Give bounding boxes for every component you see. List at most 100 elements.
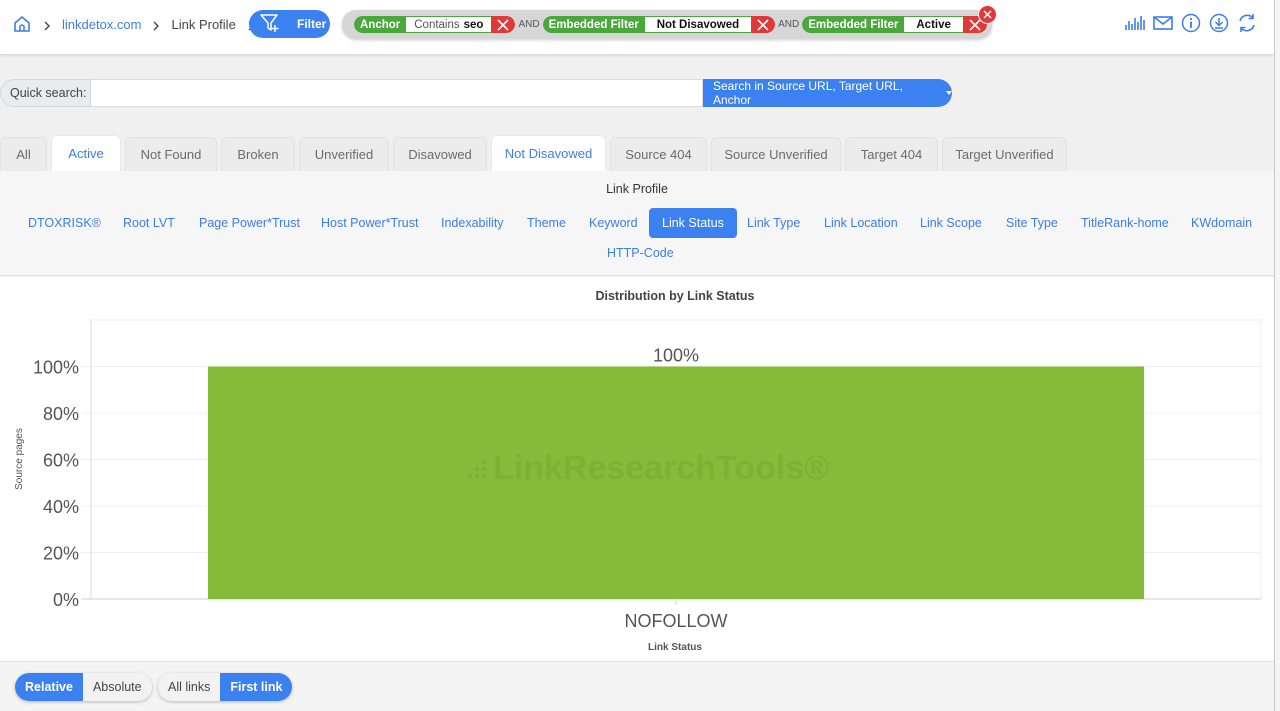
bar-value-label: 100% [653,346,699,366]
tab-target-404[interactable]: Target 404 [845,137,938,171]
chevron-right-icon [42,19,52,31]
status-tabs: All Active Not Found Broken Unverified D… [0,135,1071,171]
metric-site-type[interactable]: Site Type [1006,208,1058,238]
filter-chip-operator: Contains [414,18,460,31]
info-icon[interactable] [1180,12,1202,34]
metric-dtoxrisk[interactable]: DTOXRISK® [28,208,101,238]
link-profile-title: Link Profile [606,182,668,196]
metric-page-power-trust[interactable]: Page Power*Trust [199,208,300,238]
all-links-toggle[interactable]: All links [158,673,221,701]
y-axis-ticks: 0% 20% 40% 60% 80% 100% [33,358,79,611]
chart-bars-icon[interactable] [1124,12,1146,34]
metric-titlerank-home[interactable]: TitleRank-home [1081,208,1169,238]
filter-chip-key: Embedded Filter [802,16,905,33]
metric-link-type[interactable]: Link Type [747,208,800,238]
filter-chip-key: Anchor [354,16,407,33]
filter-button-label: Filter [297,17,327,31]
filter-add-icon [259,13,281,36]
y-axis-label: Source pages [14,428,25,490]
metric-link-status[interactable]: Link Status [649,208,737,238]
top-header: linkdetox.com Link Profile Filter Anchor… [0,0,1274,55]
watermark-text: LinkResearchTools® [493,449,829,487]
filter-chip-value-text: Not Disavowed [656,18,740,31]
value-mode-toggle: Relative Absolute [15,673,152,701]
remove-filter-button[interactable] [491,16,516,33]
quick-search-input[interactable] [91,79,703,107]
metric-kwdomain[interactable]: KWdomain [1191,208,1252,238]
active-filters-bar: Anchor Contains seo AND Embedded Filter N… [342,10,992,39]
metric-http-code[interactable]: HTTP-Code [607,238,674,268]
filter-chip: Embedded Filter Active [802,16,987,33]
page-scrollbar[interactable] [1274,0,1280,711]
tab-not-disavowed[interactable]: Not Disavowed [491,135,606,171]
x-tick-label: NOFOLLOW [624,611,727,631]
caret-down-icon [946,91,952,95]
home-icon[interactable] [12,14,32,34]
link-scope-toggle: All links First link [158,673,293,701]
y-tick-label: 20% [43,544,79,564]
header-toolbar [1124,12,1258,34]
tab-source-404[interactable]: Source 404 [610,137,707,171]
filter-chip-key: Embedded Filter [542,16,645,33]
y-tick-label: 0% [53,590,79,610]
y-tick-label: 40% [43,497,79,517]
breadcrumb-domain[interactable]: linkdetox.com [62,17,141,32]
relative-toggle[interactable]: Relative [15,673,83,701]
filter-chip-value: Not Disavowed [644,16,752,33]
watermark-dot [481,473,487,479]
metric-theme[interactable]: Theme [527,208,566,238]
y-tick-label: 80% [43,404,79,424]
clear-all-filters-button[interactable] [978,5,997,24]
breadcrumb: linkdetox.com Link Profile [12,10,266,38]
filter-button[interactable]: Filter [249,10,330,38]
chart-options-bar: Relative Absolute All links First link [0,661,1274,711]
link-profile-metrics: DTOXRISK® Root LVT Page Power*Trust Host… [0,208,1274,260]
chart-panel: Distribution by Link Status 100% 0% 20% 40… [0,277,1274,661]
tab-all[interactable]: All [0,137,47,171]
metric-link-scope[interactable]: Link Scope [920,208,982,238]
filter-chip-value-text: Active [916,18,951,31]
remove-filter-button[interactable] [751,16,776,33]
y-tick-label: 100% [33,358,79,378]
filter-joiner: AND [778,19,800,30]
tab-active[interactable]: Active [51,135,121,171]
metric-indexability[interactable]: Indexability [441,208,504,238]
quick-search-bar: Quick search: Search in Source URL, Targ… [0,79,952,107]
filter-chip: Embedded Filter Not Disavowed [542,16,776,33]
first-link-toggle[interactable]: First link [220,673,293,701]
chevron-right-icon [151,19,161,31]
link-status-chart: Distribution by Link Status 100% 0% 20% 40… [14,289,1262,653]
watermark-dot [481,466,487,472]
download-icon[interactable] [1208,12,1230,34]
mail-icon[interactable] [1152,12,1174,34]
absolute-toggle[interactable]: Absolute [82,673,152,701]
breadcrumb-current: Link Profile [171,16,236,32]
tab-not-found[interactable]: Not Found [125,137,217,171]
chart-title: Distribution by Link Status [595,289,754,303]
search-scope-label: Search in Source URL, Target URL, Anchor [713,79,903,107]
metric-host-power-trust[interactable]: Host Power*Trust [321,208,418,238]
metric-keyword[interactable]: Keyword [589,208,638,238]
x-axis-label: Link Status [648,642,702,653]
filter-chip: Anchor Contains seo [354,16,516,33]
metric-root-lvt[interactable]: Root LVT [123,208,175,238]
tab-target-unverified[interactable]: Target Unverified [942,137,1067,171]
tab-broken[interactable]: Broken [221,137,295,171]
x-axis-ticks: NOFOLLOW [624,599,728,631]
watermark-dot [481,459,487,465]
filter-chip-value-text: seo [463,18,484,31]
tab-disavowed[interactable]: Disavowed [393,137,487,171]
y-tick-label: 60% [43,451,79,471]
search-scope-dropdown[interactable]: Search in Source URL, Target URL, Anchor [703,79,952,107]
refresh-icon[interactable] [1236,12,1258,34]
tab-unverified[interactable]: Unverified [299,137,389,171]
link-profile-nav: Link Profile DTOXRISK® Root LVT Page Pow… [0,171,1274,276]
metric-link-location[interactable]: Link Location [824,208,898,238]
filter-chip-value: Contains seo [406,16,492,33]
filter-chip-value: Active [904,16,963,33]
watermark-dot [474,466,480,472]
filter-joiner: AND [518,19,540,30]
watermark-dot [474,473,480,479]
quick-search-label: Quick search: [0,79,91,107]
tab-source-unverified[interactable]: Source Unverified [711,137,841,171]
